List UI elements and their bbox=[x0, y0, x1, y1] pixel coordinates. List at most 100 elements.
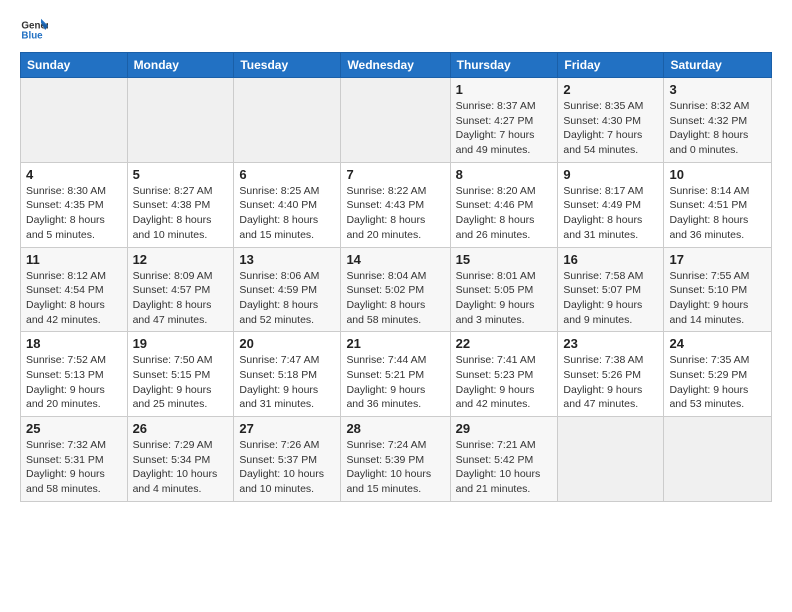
day-info: Sunrise: 8:22 AM Sunset: 4:43 PM Dayligh… bbox=[346, 184, 444, 243]
day-info: Sunrise: 8:01 AM Sunset: 5:05 PM Dayligh… bbox=[456, 269, 553, 328]
day-info: Sunrise: 7:21 AM Sunset: 5:42 PM Dayligh… bbox=[456, 438, 553, 497]
day-number: 8 bbox=[456, 167, 553, 182]
calendar-table: SundayMondayTuesdayWednesdayThursdayFrid… bbox=[20, 52, 772, 502]
day-cell: 16 Sunrise: 7:58 AM Sunset: 5:07 PM Dayli… bbox=[558, 247, 664, 332]
day-cell bbox=[341, 78, 450, 163]
day-number: 23 bbox=[563, 336, 658, 351]
svg-text:Blue: Blue bbox=[21, 30, 43, 41]
day-cell bbox=[127, 78, 234, 163]
week-row-4: 18 Sunrise: 7:52 AM Sunset: 5:13 PM Dayli… bbox=[21, 332, 772, 417]
day-number: 9 bbox=[563, 167, 658, 182]
day-info: Sunrise: 8:06 AM Sunset: 4:59 PM Dayligh… bbox=[239, 269, 335, 328]
day-info: Sunrise: 8:30 AM Sunset: 4:35 PM Dayligh… bbox=[26, 184, 122, 243]
day-cell bbox=[234, 78, 341, 163]
day-cell: 15 Sunrise: 8:01 AM Sunset: 5:05 PM Dayli… bbox=[450, 247, 558, 332]
day-cell: 21Sunrise: 7:44 AM Sunset: 5:21 PM Dayli… bbox=[341, 332, 450, 417]
day-cell bbox=[21, 78, 128, 163]
day-cell: 1 Sunrise: 8:37 AM Sunset: 4:27 PM Daylig… bbox=[450, 78, 558, 163]
day-cell: 7 Sunrise: 8:22 AM Sunset: 4:43 PM Daylig… bbox=[341, 162, 450, 247]
day-info: Sunrise: 8:37 AM Sunset: 4:27 PM Dayligh… bbox=[456, 99, 553, 158]
day-cell: 17 Sunrise: 7:55 AM Sunset: 5:10 PM Dayli… bbox=[664, 247, 772, 332]
day-cell: 8 Sunrise: 8:20 AM Sunset: 4:46 PM Daylig… bbox=[450, 162, 558, 247]
day-cell: 12 Sunrise: 8:09 AM Sunset: 4:57 PM Dayli… bbox=[127, 247, 234, 332]
day-number: 22 bbox=[456, 336, 553, 351]
day-info: Sunrise: 7:41 AM Sunset: 5:23 PM Dayligh… bbox=[456, 353, 553, 412]
day-number: 24 bbox=[669, 336, 766, 351]
day-cell: 23Sunrise: 7:38 AM Sunset: 5:26 PM Dayli… bbox=[558, 332, 664, 417]
day-number: 15 bbox=[456, 252, 553, 267]
day-info: Sunrise: 7:26 AM Sunset: 5:37 PM Dayligh… bbox=[239, 438, 335, 497]
day-info: Sunrise: 8:09 AM Sunset: 4:57 PM Dayligh… bbox=[133, 269, 229, 328]
day-cell: 13Sunrise: 8:06 AM Sunset: 4:59 PM Dayli… bbox=[234, 247, 341, 332]
day-info: Sunrise: 7:58 AM Sunset: 5:07 PM Dayligh… bbox=[563, 269, 658, 328]
day-number: 21 bbox=[346, 336, 444, 351]
calendar-header-row: SundayMondayTuesdayWednesdayThursdayFrid… bbox=[21, 53, 772, 78]
day-cell: 29 Sunrise: 7:21 AM Sunset: 5:42 PM Dayli… bbox=[450, 417, 558, 502]
day-cell: 9 Sunrise: 8:17 AM Sunset: 4:49 PM Daylig… bbox=[558, 162, 664, 247]
day-cell: 19 Sunrise: 7:50 AM Sunset: 5:15 PM Dayli… bbox=[127, 332, 234, 417]
col-header-tuesday: Tuesday bbox=[234, 53, 341, 78]
day-number: 6 bbox=[239, 167, 335, 182]
week-row-1: 1 Sunrise: 8:37 AM Sunset: 4:27 PM Daylig… bbox=[21, 78, 772, 163]
day-number: 18 bbox=[26, 336, 122, 351]
day-info: Sunrise: 7:35 AM Sunset: 5:29 PM Dayligh… bbox=[669, 353, 766, 412]
day-number: 5 bbox=[133, 167, 229, 182]
day-cell: 20Sunrise: 7:47 AM Sunset: 5:18 PM Dayli… bbox=[234, 332, 341, 417]
day-number: 1 bbox=[456, 82, 553, 97]
day-number: 10 bbox=[669, 167, 766, 182]
day-number: 26 bbox=[133, 421, 229, 436]
day-number: 2 bbox=[563, 82, 658, 97]
day-info: Sunrise: 8:20 AM Sunset: 4:46 PM Dayligh… bbox=[456, 184, 553, 243]
day-info: Sunrise: 7:29 AM Sunset: 5:34 PM Dayligh… bbox=[133, 438, 229, 497]
day-number: 19 bbox=[133, 336, 229, 351]
day-info: Sunrise: 8:32 AM Sunset: 4:32 PM Dayligh… bbox=[669, 99, 766, 158]
day-cell: 24 Sunrise: 7:35 AM Sunset: 5:29 PM Dayli… bbox=[664, 332, 772, 417]
day-number: 28 bbox=[346, 421, 444, 436]
day-info: Sunrise: 7:47 AM Sunset: 5:18 PM Dayligh… bbox=[239, 353, 335, 412]
col-header-monday: Monday bbox=[127, 53, 234, 78]
header: General Blue bbox=[20, 16, 772, 44]
day-info: Sunrise: 8:35 AM Sunset: 4:30 PM Dayligh… bbox=[563, 99, 658, 158]
logo: General Blue bbox=[20, 16, 50, 44]
day-number: 12 bbox=[133, 252, 229, 267]
col-header-wednesday: Wednesday bbox=[341, 53, 450, 78]
day-info: Sunrise: 7:32 AM Sunset: 5:31 PM Dayligh… bbox=[26, 438, 122, 497]
day-number: 27 bbox=[239, 421, 335, 436]
day-cell: 2 Sunrise: 8:35 AM Sunset: 4:30 PM Daylig… bbox=[558, 78, 664, 163]
day-info: Sunrise: 8:25 AM Sunset: 4:40 PM Dayligh… bbox=[239, 184, 335, 243]
day-cell: 18 Sunrise: 7:52 AM Sunset: 5:13 PM Dayli… bbox=[21, 332, 128, 417]
day-cell: 22 Sunrise: 7:41 AM Sunset: 5:23 PM Dayli… bbox=[450, 332, 558, 417]
day-cell: 26 Sunrise: 7:29 AM Sunset: 5:34 PM Dayli… bbox=[127, 417, 234, 502]
col-header-thursday: Thursday bbox=[450, 53, 558, 78]
day-cell: 3Sunrise: 8:32 AM Sunset: 4:32 PM Daylig… bbox=[664, 78, 772, 163]
day-cell: 27 Sunrise: 7:26 AM Sunset: 5:37 PM Dayli… bbox=[234, 417, 341, 502]
day-info: Sunrise: 8:04 AM Sunset: 5:02 PM Dayligh… bbox=[346, 269, 444, 328]
day-number: 7 bbox=[346, 167, 444, 182]
day-info: Sunrise: 7:52 AM Sunset: 5:13 PM Dayligh… bbox=[26, 353, 122, 412]
week-row-2: 4 Sunrise: 8:30 AM Sunset: 4:35 PM Daylig… bbox=[21, 162, 772, 247]
day-info: Sunrise: 7:50 AM Sunset: 5:15 PM Dayligh… bbox=[133, 353, 229, 412]
week-row-5: 25 Sunrise: 7:32 AM Sunset: 5:31 PM Dayli… bbox=[21, 417, 772, 502]
day-number: 4 bbox=[26, 167, 122, 182]
day-cell: 5 Sunrise: 8:27 AM Sunset: 4:38 PM Daylig… bbox=[127, 162, 234, 247]
day-cell: 28 Sunrise: 7:24 AM Sunset: 5:39 PM Dayli… bbox=[341, 417, 450, 502]
day-info: Sunrise: 7:55 AM Sunset: 5:10 PM Dayligh… bbox=[669, 269, 766, 328]
day-info: Sunrise: 7:24 AM Sunset: 5:39 PM Dayligh… bbox=[346, 438, 444, 497]
day-number: 25 bbox=[26, 421, 122, 436]
day-info: Sunrise: 8:12 AM Sunset: 4:54 PM Dayligh… bbox=[26, 269, 122, 328]
col-header-saturday: Saturday bbox=[664, 53, 772, 78]
day-info: Sunrise: 8:14 AM Sunset: 4:51 PM Dayligh… bbox=[669, 184, 766, 243]
day-number: 29 bbox=[456, 421, 553, 436]
col-header-friday: Friday bbox=[558, 53, 664, 78]
day-cell: 4 Sunrise: 8:30 AM Sunset: 4:35 PM Daylig… bbox=[21, 162, 128, 247]
day-number: 11 bbox=[26, 252, 122, 267]
day-info: Sunrise: 8:17 AM Sunset: 4:49 PM Dayligh… bbox=[563, 184, 658, 243]
day-number: 17 bbox=[669, 252, 766, 267]
day-number: 14 bbox=[346, 252, 444, 267]
day-cell: 14 Sunrise: 8:04 AM Sunset: 5:02 PM Dayli… bbox=[341, 247, 450, 332]
day-cell: 11 Sunrise: 8:12 AM Sunset: 4:54 PM Dayli… bbox=[21, 247, 128, 332]
day-cell: 6 Sunrise: 8:25 AM Sunset: 4:40 PM Daylig… bbox=[234, 162, 341, 247]
day-number: 16 bbox=[563, 252, 658, 267]
day-cell: 10 Sunrise: 8:14 AM Sunset: 4:51 PM Dayli… bbox=[664, 162, 772, 247]
day-info: Sunrise: 8:27 AM Sunset: 4:38 PM Dayligh… bbox=[133, 184, 229, 243]
